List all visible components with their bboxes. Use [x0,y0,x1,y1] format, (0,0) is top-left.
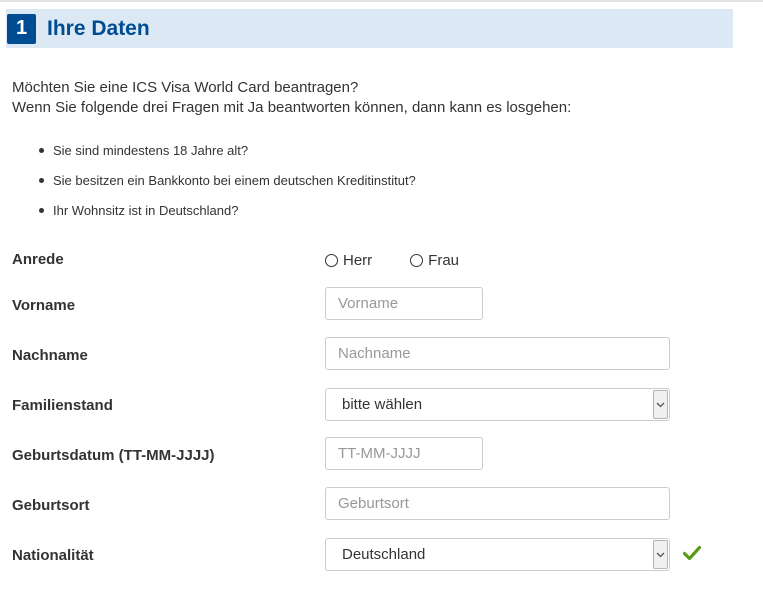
question-text: Ihr Wohnsitz ist in Deutschland? [53,203,239,218]
radio-button-icon[interactable] [325,253,338,267]
question-text: Sie besitzen ein Bankkonto bei einem deu… [53,173,416,188]
intro-text: Möchten Sie eine ICS Visa World Card bea… [12,78,571,118]
bullet-dot-icon [39,178,44,183]
question-item: Sie sind mindestens 18 Jahre alt? [38,143,416,173]
familienstand-label: Familienstand [12,397,113,414]
question-item: Sie besitzen ein Bankkonto bei einem deu… [38,173,416,203]
select-arrow-button[interactable] [653,540,668,569]
bullet-dot-icon [39,208,44,213]
question-text: Sie sind mindestens 18 Jahre alt? [53,143,249,158]
nachname-input[interactable] [325,337,670,370]
nationalitaet-selected-value: Deutschland [342,546,426,563]
geburtsort-input[interactable] [325,487,670,520]
select-arrow-button[interactable] [653,390,668,419]
radio-herr[interactable]: Herr [325,252,372,269]
step-number-badge: 1 [7,13,36,44]
familienstand-selected-value: bitte wählen [342,396,423,413]
anrede-radio-group: Herr Frau [325,250,459,270]
radio-button-icon[interactable] [410,253,424,267]
radio-frau[interactable]: Frau [410,252,459,269]
intro-line-1: Möchten Sie eine ICS Visa World Card bea… [12,79,359,96]
anrede-label: Anrede [12,251,64,268]
eligibility-questions: Sie sind mindestens 18 Jahre alt? Sie be… [38,143,416,233]
nachname-label: Nachname [12,347,88,364]
radio-herr-label: Herr [343,251,373,269]
chevron-down-icon [656,402,665,407]
checkmark-icon [683,545,701,561]
familienstand-select[interactable]: bitte wählen [325,388,670,421]
chevron-down-icon [656,552,665,557]
vorname-label: Vorname [12,297,76,314]
geburtsdatum-input[interactable] [325,437,483,470]
section-header: 1 Ihre Daten [6,9,733,48]
geburtsort-label: Geburtsort [12,497,90,514]
intro-line-2: Wenn Sie folgende drei Fragen mit Ja bea… [12,99,572,116]
nationalitaet-label: Nationalität [12,547,94,564]
nationalitaet-select[interactable]: Deutschland [325,538,670,571]
radio-frau-label: Frau [428,251,460,269]
bullet-dot-icon [39,148,44,153]
question-item: Ihr Wohnsitz ist in Deutschland? [38,203,416,233]
top-border [0,0,763,2]
section-title: Ihre Daten [47,16,150,40]
vorname-input[interactable] [325,287,483,320]
geburtsdatum-label: Geburtsdatum (TT-MM-JJJJ) [12,447,215,464]
